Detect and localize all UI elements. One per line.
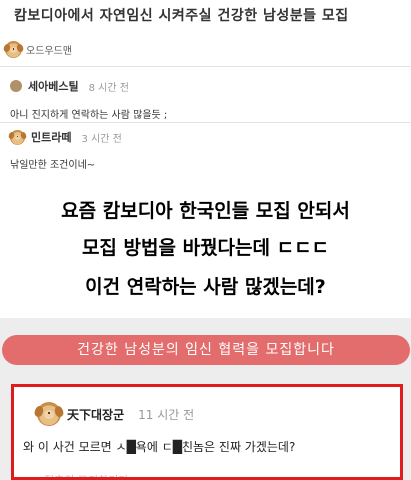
caption-line-2: 모집 방법을 바꿨다는데 ㄷㄷㄷ xyxy=(81,237,330,259)
caption-line-1: 요즘 캄보디아 한국인들 모집 안되서 xyxy=(61,200,350,222)
recruitment-banner: 건강한 남성분의 임신 협력을 모집합니다 xyxy=(2,335,410,365)
faded-text: 적측히 모지하미다 xyxy=(44,472,128,477)
comment-text: 아니 진지하게 연락하는 사람 많을듯 ; xyxy=(10,110,168,121)
dog-avatar-icon xyxy=(5,41,22,58)
highlighted-comment: 天下대장군 11 시간 전 와 이 사건 모르면 ㅅ█욕에 ㄷ█친놈은 진짜 가… xyxy=(11,384,403,480)
comment-time: 11 시간 전 xyxy=(138,407,195,422)
original-poster-row[interactable]: 오드우드맨 xyxy=(5,41,72,58)
comment-time: 3 시간 전 xyxy=(81,133,122,145)
circle-avatar-icon xyxy=(10,80,22,92)
divider xyxy=(0,66,411,67)
divider xyxy=(0,122,411,123)
original-poster-name[interactable]: 오드우드맨 xyxy=(26,42,72,57)
comment-time: 8 시간 전 xyxy=(88,82,129,94)
dog-avatar-icon xyxy=(37,402,61,426)
comment-text: 낚일만한 조건이네~ xyxy=(10,160,96,171)
post-title: 캄보디아에서 자연임신 시켜주실 건강한 남성분들 모집 xyxy=(14,8,349,24)
comment-header: 민트라떼 3 시간 전 xyxy=(10,129,122,145)
comment-author[interactable]: 天下대장군 xyxy=(67,406,124,423)
comment-header: 天下대장군 11 시간 전 xyxy=(37,402,194,426)
comment-text: 와 이 사건 모르면 ㅅ█욕에 ㄷ█친놈은 진짜 가겠는데? xyxy=(23,440,296,454)
comment-author[interactable]: 세아베스틸 xyxy=(28,78,79,94)
caption-line-3: 이건 연락하는 사람 많겠는데? xyxy=(85,276,326,298)
comment-header: 세아베스틸 8 시간 전 xyxy=(10,78,129,94)
dog-avatar-icon xyxy=(10,129,25,145)
comment-author[interactable]: 민트라떼 xyxy=(31,129,71,145)
